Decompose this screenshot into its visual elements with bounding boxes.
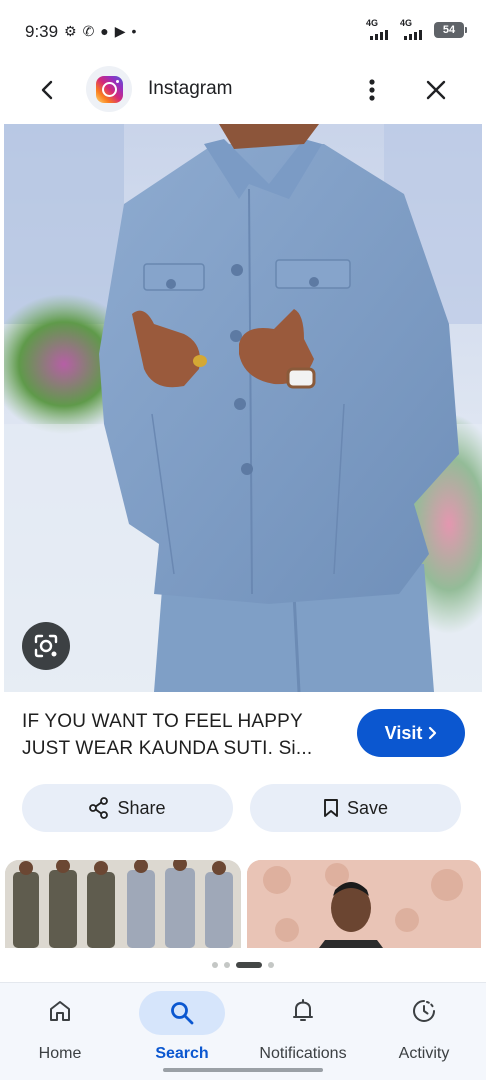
battery-icon: 54 bbox=[434, 22, 467, 38]
share-button[interactable]: Share bbox=[22, 784, 233, 832]
nav-item-search[interactable]: Search bbox=[122, 983, 242, 1073]
google-lens-button[interactable] bbox=[22, 622, 70, 670]
signal-icon: 4G bbox=[366, 18, 390, 40]
related-image-thumbnail[interactable] bbox=[247, 860, 481, 948]
page-dot bbox=[212, 962, 218, 968]
man-in-blue-kaunda-suit-photo bbox=[4, 124, 482, 692]
nav-icon-container bbox=[271, 991, 335, 1031]
search-icon bbox=[171, 1002, 194, 1025]
status-right-icons: 4G 4G 54 bbox=[366, 18, 467, 40]
save-button[interactable]: Save bbox=[250, 784, 461, 832]
visit-button[interactable]: Visit bbox=[357, 709, 465, 757]
page-dot bbox=[224, 962, 230, 968]
nav-label-search: Search bbox=[155, 1045, 209, 1062]
activity-icon bbox=[413, 1000, 435, 1022]
share-icon bbox=[89, 797, 109, 819]
visit-label: Visit bbox=[384, 722, 423, 743]
bell-icon bbox=[293, 999, 313, 1021]
settings-gear-icon: ⚙ bbox=[64, 23, 77, 39]
source-favicon bbox=[86, 66, 132, 112]
back-arrow-icon bbox=[41, 80, 53, 100]
instagram-logo-icon bbox=[95, 75, 123, 103]
nav-label-notifications: Notifications bbox=[259, 1045, 347, 1062]
status-time: 9:39 bbox=[25, 22, 59, 41]
close-icon bbox=[426, 80, 446, 100]
result-image[interactable] bbox=[4, 124, 482, 692]
nav-item-notifications[interactable]: Notifications bbox=[243, 983, 363, 1073]
caption-line-1: IF YOU WANT TO FEEL HAPPY bbox=[22, 711, 303, 732]
chat-bubble-icon: ● bbox=[100, 23, 109, 39]
caption-line-2: JUST WEAR KAUNDA SUTI. Si... bbox=[22, 738, 313, 759]
close-button[interactable] bbox=[418, 72, 454, 108]
signal-icon: 4G bbox=[400, 18, 424, 40]
nav-item-home[interactable]: Home bbox=[0, 983, 120, 1073]
source-title: Instagram bbox=[148, 78, 233, 99]
network-type-label: 4G bbox=[400, 18, 413, 28]
whatsapp-icon: ✆ bbox=[82, 23, 95, 39]
carousel-page-indicator bbox=[0, 962, 486, 968]
bookmark-icon bbox=[324, 799, 338, 817]
bottom-navigation-bar: Home Search Notifications Activity bbox=[0, 982, 486, 1080]
more-options-button[interactable] bbox=[354, 72, 390, 108]
gesture-home-indicator[interactable] bbox=[163, 1068, 323, 1072]
save-label: Save bbox=[346, 797, 389, 818]
share-label: Share bbox=[117, 797, 166, 818]
related-image-thumbnail[interactable] bbox=[5, 860, 241, 948]
nav-label-home: Home bbox=[38, 1045, 82, 1062]
network-type-label: 4G bbox=[366, 18, 379, 28]
result-caption: IF YOU WANT TO FEEL HAPPY JUST WEAR KAUN… bbox=[22, 708, 342, 762]
nav-label-activity: Activity bbox=[398, 1045, 450, 1062]
chevron-right-icon bbox=[429, 726, 437, 740]
nav-icon-container bbox=[392, 991, 456, 1031]
more-vert-icon bbox=[369, 79, 375, 101]
back-button[interactable] bbox=[30, 72, 66, 108]
page-dot-active bbox=[236, 962, 262, 968]
nav-icon-container bbox=[28, 991, 92, 1031]
home-icon bbox=[50, 1001, 70, 1021]
status-notification-icons: ⚙ ✆ ● ▶ • bbox=[64, 22, 136, 40]
lens-icon bbox=[34, 634, 58, 658]
status-bar: 9:39 ⚙ ✆ ● ▶ • 4G 4G 54 bbox=[0, 0, 486, 62]
youtube-icon: ▶ bbox=[114, 23, 126, 39]
more-notifications-dot-icon: • bbox=[131, 23, 137, 39]
group-of-men-in-suits-photo bbox=[5, 860, 241, 948]
nav-icon-container bbox=[139, 991, 225, 1035]
nav-item-activity[interactable]: Activity bbox=[364, 983, 484, 1073]
page-dot bbox=[268, 962, 274, 968]
man-portrait-photo bbox=[247, 860, 481, 948]
top-app-bar: Instagram bbox=[0, 62, 486, 118]
